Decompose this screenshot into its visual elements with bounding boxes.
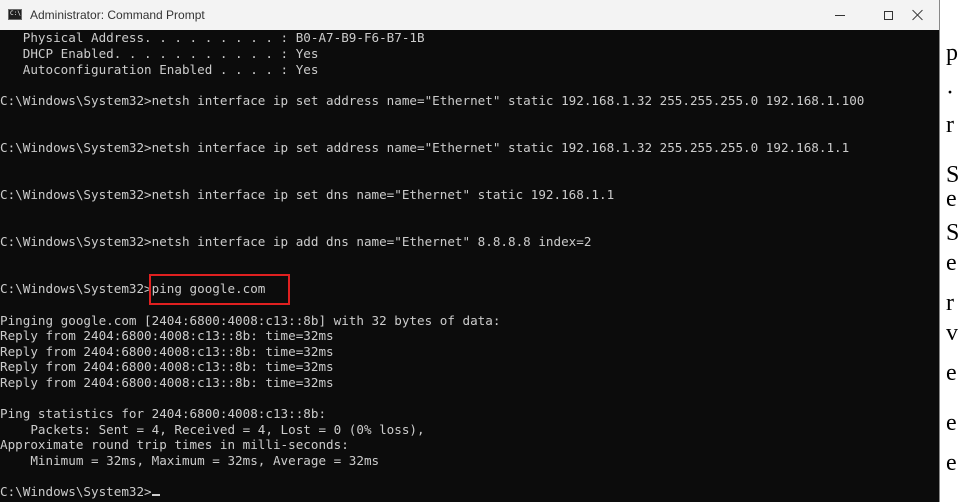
background-doc-char: e [946,450,957,476]
console-line: Ping statistics for 2404:6800:4008:c13::… [0,406,327,421]
console-line: Reply from 2404:6800:4008:c13::8b: time=… [0,344,334,359]
title-bar[interactable]: C:\ Administrator: Command Prompt [0,0,939,30]
console-line: Autoconfiguration Enabled . . . . : Yes [0,62,319,77]
command-prompt-window[interactable]: C:\ Administrator: Command Prompt Physic… [0,0,940,502]
console-line: Reply from 2404:6800:4008:c13::8b: time=… [0,375,334,390]
background-doc-char: r [946,290,954,316]
background-doc-char: p [946,40,958,66]
console-output[interactable]: Physical Address. . . . . . . . . : B0-A… [0,30,939,502]
console-line: Pinging google.com [2404:6800:4008:c13::… [0,313,501,328]
command-prompt-icon-label: C:\ [10,10,21,17]
close-button[interactable] [895,0,939,30]
ping-command-highlight [149,274,290,305]
console-line: Reply from 2404:6800:4008:c13::8b: time=… [0,328,334,343]
window-title: Administrator: Command Prompt [30,8,205,22]
close-icon [912,9,924,21]
console-line: Reply from 2404:6800:4008:c13::8b: time=… [0,359,334,374]
console-line: C:\Windows\System32>netsh interface ip s… [0,93,865,108]
background-doc-char: e [946,186,957,212]
text-cursor [151,494,160,496]
console-line: C:\Windows\System32>netsh interface ip s… [0,187,615,202]
minimize-button[interactable] [817,0,863,30]
prompt-text: C:\Windows\System32> [0,484,152,499]
background-doc-char: e [946,410,957,436]
console-line: Minimum = 32ms, Maximum = 32ms, Average … [0,453,380,468]
background-doc-char: e [946,360,957,386]
background-document: p · r S e S e r v e e e [940,0,960,502]
prompt-line[interactable]: C:\Windows\System32> [0,484,160,500]
background-doc-char: r [946,112,954,138]
minimize-icon [835,14,845,16]
background-doc-char: v [946,320,958,346]
console-line: C:\Windows\System32>netsh interface ip a… [0,234,592,249]
maximize-icon [883,10,893,20]
console-line: Physical Address. . . . . . . . . : B0-A… [0,30,425,45]
console-line: Packets: Sent = 4, Received = 4, Lost = … [0,422,425,437]
background-doc-char: S [946,162,960,188]
console-line: Approximate round trip times in milli-se… [0,437,349,452]
background-doc-char: · [946,80,954,106]
command-prompt-icon: C:\ [8,9,22,20]
console-line: C:\Windows\System32>netsh interface ip s… [0,140,850,155]
console-line: DHCP Enabled. . . . . . . . . . . : Yes [0,46,319,61]
background-doc-char: S [946,220,960,246]
background-doc-char: e [946,250,957,276]
